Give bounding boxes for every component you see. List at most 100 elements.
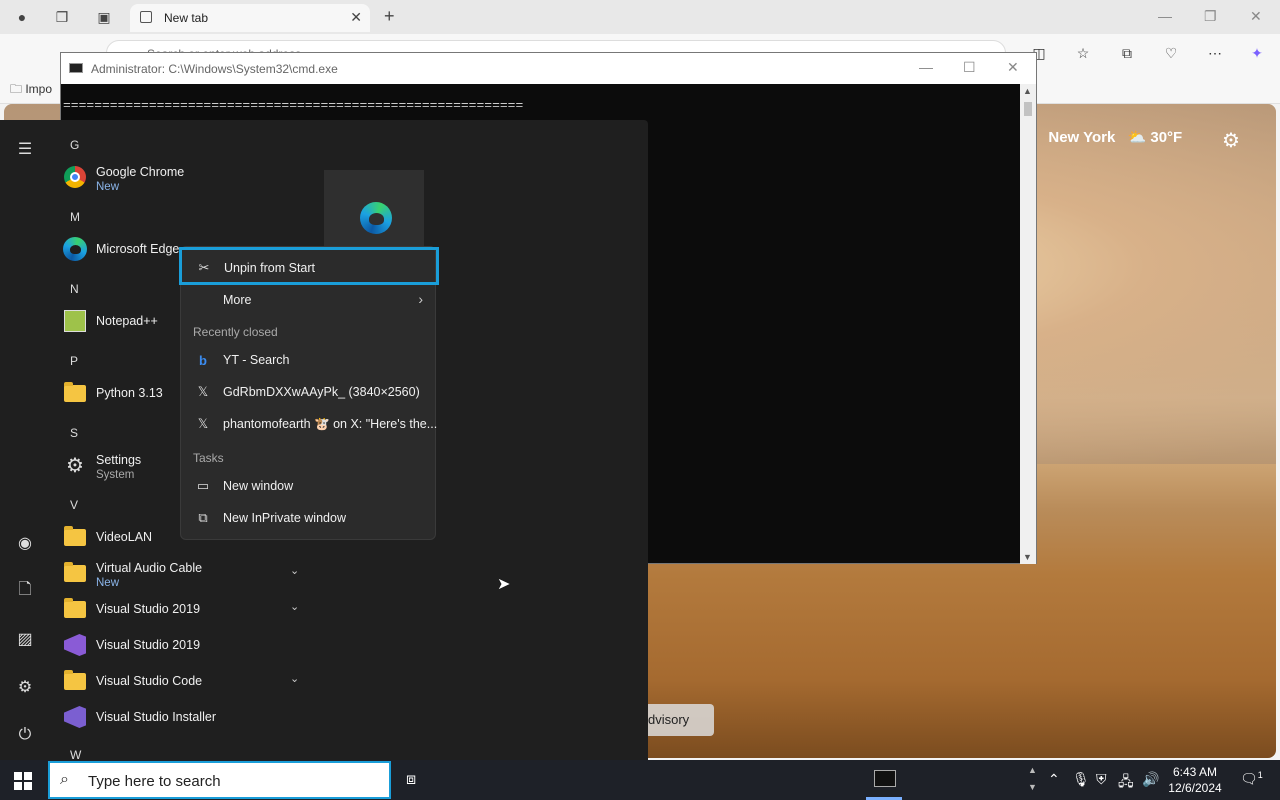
show-hidden-icons[interactable]: ⌃	[1048, 771, 1060, 788]
tasks-header: Tasks	[193, 451, 224, 465]
volume-icon[interactable]: 🔊	[1142, 771, 1159, 788]
cmd-title-bar[interactable]: Administrator: C:\Windows\System32\cmd.e…	[61, 53, 1036, 84]
scroll-up-icon[interactable]: ▲	[1023, 86, 1032, 96]
cmd-scrollbar[interactable]: ▲ ▼	[1020, 84, 1036, 564]
favorites-icon[interactable]: ☆	[1074, 44, 1092, 62]
cmd-icon	[874, 770, 896, 787]
pictures-icon[interactable]: ▨	[14, 628, 36, 650]
clock-time: 6:43 AM	[1172, 765, 1218, 779]
bing-icon: b	[199, 352, 207, 368]
pinned-edge-tile[interactable]	[324, 170, 424, 246]
cmd-maximize-button[interactable]: ☐	[963, 59, 976, 76]
microphone-icon[interactable]: 🎙	[1072, 771, 1090, 788]
console-line: ========================================…	[63, 98, 524, 113]
documents-icon[interactable]: 🗋	[14, 580, 36, 602]
windows-start-icon[interactable]	[14, 772, 32, 790]
app-name: Notepad++	[96, 314, 158, 328]
cmd-icon	[69, 63, 83, 73]
folder-icon	[64, 669, 86, 690]
app-google-chrome[interactable]: Google Chrome New	[62, 160, 322, 194]
group-letter-n[interactable]: N	[70, 282, 79, 296]
scroll-thumb[interactable]	[1024, 102, 1032, 116]
new-window-item[interactable]: ▭ New window	[181, 471, 437, 501]
new-tab-page-icon	[140, 11, 152, 23]
app-name: Visual Studio Code	[96, 674, 203, 688]
minimize-button[interactable]: —	[1158, 8, 1172, 24]
taskbar-cmd-button[interactable]	[864, 764, 904, 800]
hamburger-menu-icon[interactable]: ☰	[14, 138, 36, 160]
edge-context-menu: ✂ Unpin from Start More › Recently close…	[179, 246, 439, 540]
security-icon[interactable]: ⛨	[1096, 771, 1107, 788]
cmd-close-button[interactable]: ✕	[1007, 59, 1019, 76]
tab-new-tab[interactable]: New tab ✕	[130, 4, 370, 32]
collections-icon[interactable]: ⧉	[1118, 44, 1136, 62]
copilot-icon[interactable]: ✦	[1248, 44, 1266, 62]
folder-icon	[64, 561, 86, 582]
settings-rail-icon[interactable]: ⚙	[14, 676, 36, 698]
recent-item-image[interactable]: 𝕏 GdRbmDXXwAAyPk_ (3840×2560)	[181, 377, 437, 407]
visual-studio-icon	[64, 634, 86, 656]
inprivate-window-icon: ⧉	[198, 510, 208, 525]
app-name: Settings	[96, 453, 142, 467]
new-tab-button[interactable]: +	[384, 6, 395, 27]
cmd-title: Administrator: C:\Windows\System32\cmd.e…	[91, 62, 338, 76]
group-letter-g[interactable]: G	[70, 138, 79, 152]
user-account-icon[interactable]: ◉	[14, 532, 36, 554]
settings-gear-icon: ⚙	[66, 454, 84, 477]
close-tab-icon[interactable]: ✕	[350, 9, 362, 26]
restore-button[interactable]: ❐	[1204, 8, 1217, 25]
app-name: Visual Studio 2019	[96, 638, 201, 652]
chevron-down-icon[interactable]: ⌄	[290, 672, 299, 685]
folder-icon	[64, 525, 86, 546]
power-icon[interactable]: ⏻	[14, 724, 36, 746]
cloud-sun-icon: ⛅	[1127, 129, 1147, 146]
mouse-cursor-icon: ➤	[497, 576, 511, 593]
edge-icon	[63, 237, 87, 261]
app-name: Virtual Audio Cable	[96, 561, 203, 575]
group-letter-p[interactable]: P	[70, 354, 78, 368]
app-new-badge: New	[96, 181, 120, 193]
profile-icon[interactable]: ●	[12, 7, 32, 27]
task-view-icon[interactable]: ⧈	[406, 771, 416, 789]
app-virtual-audio-cable-folder[interactable]: Virtual Audio Cable New ⌄	[62, 556, 322, 590]
more-item[interactable]: More ›	[181, 285, 437, 315]
app-new-badge: New	[96, 577, 120, 589]
new-inprivate-window-item[interactable]: ⧉ New InPrivate window	[181, 503, 437, 533]
notification-center-icon[interactable]: 🗨1	[1240, 770, 1263, 788]
unpin-from-start-item[interactable]: ✂ Unpin from Start	[179, 247, 439, 285]
app-visual-studio-code-folder[interactable]: Visual Studio Code ⌄	[62, 664, 322, 698]
chevron-down-icon[interactable]: ⌄	[290, 600, 299, 613]
group-letter-m[interactable]: M	[70, 210, 80, 224]
app-visual-studio-2019-folder[interactable]: Visual Studio 2019 ⌄	[62, 592, 322, 626]
network-icon[interactable]: 🖧	[1118, 771, 1134, 795]
x-logo-icon: 𝕏	[197, 384, 209, 399]
scroll-down-icon[interactable]: ▼	[1023, 552, 1032, 562]
notepad-plus-plus-icon	[64, 310, 86, 332]
system-clock[interactable]: 6:43 AM 12/6/2024	[1166, 764, 1224, 796]
group-letter-s[interactable]: S	[70, 426, 78, 440]
visual-studio-installer-icon	[64, 706, 86, 728]
group-letter-v[interactable]: V	[70, 498, 78, 512]
browser-essentials-icon[interactable]: ♡	[1162, 44, 1180, 62]
close-window-button[interactable]: ✕	[1250, 8, 1262, 25]
taskbar-search-box[interactable]: ⌕ Type here to search	[48, 761, 391, 799]
taskbar-scroll-arrows[interactable]: ▲ ▼	[1028, 762, 1037, 796]
folder-icon	[64, 381, 86, 402]
app-visual-studio-installer[interactable]: Visual Studio Installer	[62, 700, 322, 734]
page-settings-icon[interactable]: ⚙	[1222, 128, 1240, 153]
app-name: Google Chrome	[96, 165, 185, 179]
weather-widget[interactable]: rk New York ⛅ 30°F	[1022, 128, 1182, 146]
chevron-down-icon[interactable]: ⌄	[290, 564, 299, 577]
vertical-tabs-icon[interactable]: ▣	[94, 7, 114, 27]
more-options-icon[interactable]: ⋯	[1206, 44, 1224, 62]
edge-icon	[360, 202, 392, 234]
app-name: Microsoft Edge	[96, 242, 180, 256]
recent-item-x-post[interactable]: 𝕏 phantomofearth 🐮 on X: "Here's the...	[181, 409, 437, 439]
recent-item-yt-search[interactable]: b YT - Search	[181, 345, 437, 375]
app-visual-studio-2019[interactable]: Visual Studio 2019	[62, 628, 322, 662]
app-name: Visual Studio Installer	[96, 710, 216, 724]
cmd-minimize-button[interactable]: —	[919, 59, 933, 75]
favorites-item[interactable]: 🗀 Impo	[10, 80, 52, 101]
workspaces-icon[interactable]: ❐	[52, 7, 72, 27]
app-name: VideoLAN	[96, 530, 153, 544]
